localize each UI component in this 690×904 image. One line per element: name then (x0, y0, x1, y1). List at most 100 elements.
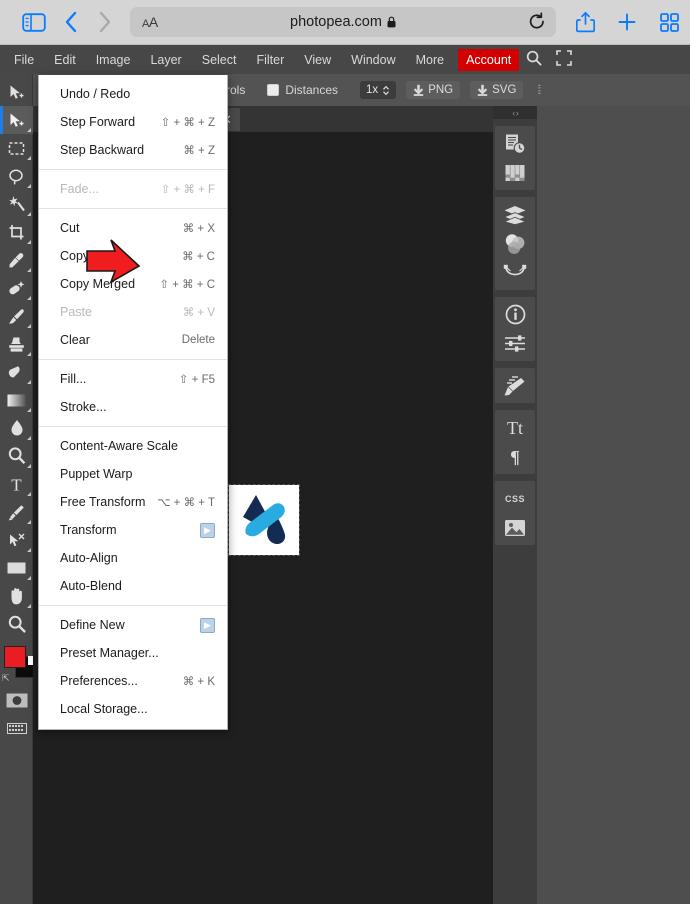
history-panel-icon[interactable] (495, 129, 535, 158)
dodge-tool[interactable] (0, 442, 33, 470)
path-select-tool[interactable] (0, 526, 33, 554)
tool-submenu-corner-icon (27, 492, 31, 496)
menu-item-label: Free Transform (60, 495, 146, 509)
zoom-level-select[interactable]: 1x (360, 81, 397, 99)
menu-file[interactable]: File (5, 49, 43, 71)
channels-panel-icon[interactable] (495, 229, 535, 258)
menu-item-clear[interactable]: Clear Delete (39, 326, 227, 354)
distances-label: Distances (285, 83, 339, 97)
menu-item-auto-align[interactable]: Auto-Align (39, 544, 227, 572)
collapse-handle-icon[interactable]: ‹ › (493, 106, 537, 119)
sidebar-toggle-icon[interactable] (14, 12, 54, 32)
magic-wand-tool[interactable] (0, 190, 33, 218)
tab-overview-icon[interactable] (648, 12, 690, 32)
menu-item-transform[interactable]: Transform ▶ (39, 516, 227, 544)
hand-tool[interactable] (0, 582, 33, 610)
menu-item-label: Copy Merged (60, 277, 136, 291)
menu-item-step-forward[interactable]: Step Forward ⇧ + ⌘ + Z (39, 108, 227, 136)
edit-dropdown-menu[interactable]: Undo / Redo Step Forward ⇧ + ⌘ + Z Step … (38, 75, 228, 730)
type-tool[interactable]: T (0, 470, 33, 498)
pen-tool[interactable] (0, 498, 33, 526)
chevron-updown-icon (383, 85, 390, 95)
brushes-panel-icon[interactable] (495, 371, 535, 400)
foreground-color-swatch[interactable] (4, 646, 26, 668)
shape-tool[interactable] (0, 554, 33, 582)
distances-checkbox[interactable]: Distances (267, 83, 338, 97)
crop-tool[interactable] (0, 218, 33, 246)
menu-item-accel: ⌥ + ⌘ + T (157, 497, 215, 509)
artboard-tool[interactable] (0, 106, 33, 134)
info-panel-icon[interactable] (495, 300, 535, 329)
swatches-panel-icon[interactable] (495, 158, 535, 187)
quick-mask-icon[interactable] (0, 686, 33, 714)
menu-item-puppet-warp[interactable]: Puppet Warp (39, 460, 227, 488)
blur-tool[interactable] (0, 414, 33, 442)
screen-mode-icon[interactable] (0, 714, 33, 742)
menu-item-preferences[interactable]: Preferences... ⌘ + K (39, 667, 227, 695)
menu-item-cut[interactable]: Cut ⌘ + X (39, 214, 227, 242)
panel-body (537, 106, 690, 904)
account-button[interactable]: Account (458, 48, 520, 71)
menu-item-preset-manager[interactable]: Preset Manager... (39, 639, 227, 667)
logo-artwork[interactable] (228, 484, 300, 556)
eyedropper-tool[interactable] (0, 246, 33, 274)
menu-select[interactable]: Select (193, 49, 246, 71)
menu-more[interactable]: More (407, 49, 453, 71)
menu-item-fill[interactable]: Fill... ⇧ + F5 (39, 365, 227, 393)
menu-layer[interactable]: Layer (141, 49, 190, 71)
address-bar[interactable]: AA photopea.com (130, 7, 556, 37)
menu-item-undo-redo[interactable]: Undo / Redo (39, 80, 227, 108)
menu-item-define-new[interactable]: Define New ▶ (39, 611, 227, 639)
layers-panel-icon[interactable] (495, 200, 535, 229)
zoom-level-value: 1x (366, 84, 379, 96)
reset-colors-icon[interactable]: ⇱ (2, 673, 10, 684)
brush-tool[interactable] (0, 302, 33, 330)
menu-view[interactable]: View (295, 49, 340, 71)
share-icon[interactable] (564, 11, 606, 33)
back-chevron-icon[interactable] (54, 11, 88, 33)
distances-checkbox-box[interactable] (267, 84, 280, 96)
photopea-menubar: File Edit Image Layer Select Filter View… (0, 45, 690, 74)
move-tool[interactable] (0, 78, 33, 106)
zoom-tool[interactable] (0, 610, 33, 638)
browser-actions (564, 11, 690, 33)
paths-panel-icon[interactable] (495, 258, 535, 287)
drag-grip-icon[interactable]: ⦙⦙ (537, 82, 541, 98)
menu-item-stroke[interactable]: Stroke... (39, 393, 227, 421)
rail-group-2 (495, 197, 535, 290)
menu-item-local-storage[interactable]: Local Storage... (39, 695, 227, 723)
svg-text:Tt: Tt (507, 418, 523, 438)
menu-item-step-backward[interactable]: Step Backward ⌘ + Z (39, 136, 227, 164)
eraser-tool[interactable] (0, 358, 33, 386)
color-swatches[interactable]: ⇱ (0, 642, 37, 686)
paragraph-panel-icon[interactable]: ¶ (495, 442, 535, 471)
lasso-tool[interactable] (0, 162, 33, 190)
stamp-tool[interactable] (0, 330, 33, 358)
menu-item-copy[interactable]: Copy ⌘ + C (39, 242, 227, 270)
adjustments-panel-icon[interactable] (495, 329, 535, 358)
page-zoom-button[interactable]: AA (142, 14, 158, 30)
menu-window[interactable]: Window (342, 49, 404, 71)
search-icon[interactable] (519, 50, 549, 69)
menu-item-copy-merged[interactable]: Copy Merged ⇧ + ⌘ + C (39, 270, 227, 298)
menu-edit[interactable]: Edit (45, 49, 85, 71)
reload-icon[interactable] (528, 12, 546, 37)
fullscreen-icon[interactable] (549, 50, 579, 69)
menu-item-auto-blend[interactable]: Auto-Blend (39, 572, 227, 600)
menu-item-content-aware-scale[interactable]: Content-Aware Scale (39, 432, 227, 460)
export-png-button[interactable]: PNG (406, 81, 461, 99)
menu-item-free-transform[interactable]: Free Transform ⌥ + ⌘ + T (39, 488, 227, 516)
gradient-tool[interactable] (0, 386, 33, 414)
image-panel-icon[interactable] (495, 513, 535, 542)
character-panel-icon[interactable]: Tt (495, 413, 535, 442)
menu-item-accel: ⇧ + ⌘ + C (159, 279, 215, 291)
spot-healing-tool[interactable] (0, 274, 33, 302)
menu-item-accel: ⌘ + C (182, 251, 215, 263)
plus-icon[interactable] (606, 12, 648, 32)
export-svg-button[interactable]: SVG (470, 81, 524, 99)
rectangle-select-tool[interactable] (0, 134, 33, 162)
menu-filter[interactable]: Filter (247, 49, 293, 71)
menu-image[interactable]: Image (87, 49, 140, 71)
css-panel-icon[interactable]: CSS (495, 484, 535, 513)
menu-item-accel: Delete (181, 334, 215, 346)
